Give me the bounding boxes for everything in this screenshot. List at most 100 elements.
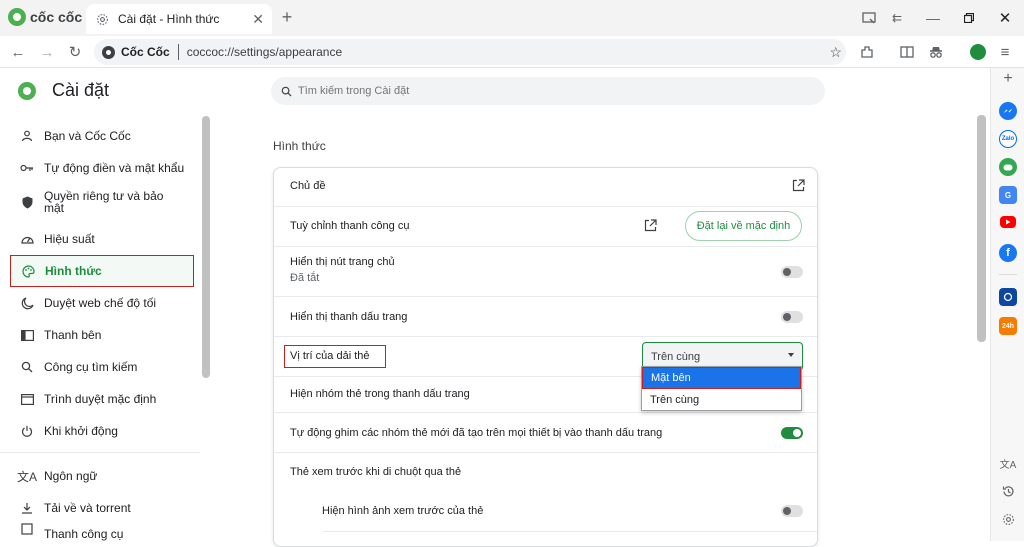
close-window-button[interactable]: ✕ xyxy=(996,9,1014,27)
sidebar-item-you-and-coccoc[interactable]: Bạn và Cốc Cốc xyxy=(10,121,194,151)
gear-icon[interactable] xyxy=(999,510,1017,528)
theme-row[interactable]: Chủ đề xyxy=(274,168,817,206)
sidebar-item-on-startup[interactable]: Khi khởi động xyxy=(10,416,194,446)
sidebar-item-label: Công cụ tìm kiếm xyxy=(44,360,138,374)
messenger-icon[interactable] xyxy=(999,102,1017,120)
search-input[interactable] xyxy=(298,85,798,97)
rightbar-divider xyxy=(999,274,1017,275)
option-label: Trên cùng xyxy=(650,393,700,406)
tab-groups-bookmarks-label: Hiện nhóm thẻ trong thanh dấu trang xyxy=(290,388,470,400)
sidebar-item-label: Trình duyệt mặc định xyxy=(44,392,157,406)
sidebar-item-label: Bạn và Cốc Cốc xyxy=(44,129,131,143)
extensions-icon[interactable] xyxy=(858,43,876,61)
profile-avatar[interactable] xyxy=(970,44,986,60)
new-tab-button[interactable]: + xyxy=(278,7,296,27)
close-tab-icon[interactable]: ✕ xyxy=(252,11,264,28)
sidebar-item-default-browser[interactable]: Trình duyệt mặc định xyxy=(10,384,194,414)
vietnamnet-icon[interactable] xyxy=(999,288,1017,306)
tab-search-icon[interactable]: ⇇ xyxy=(888,9,906,27)
star-icon[interactable]: ☆ xyxy=(829,44,842,61)
browser-logo[interactable]: cốc cốc xyxy=(8,8,82,26)
toolbar-icon xyxy=(10,523,44,535)
reset-button-label: Đặt lại về mặc định xyxy=(696,220,791,232)
tab-title: Cài đặt - Hình thức xyxy=(118,12,220,26)
home-button-label: Hiển thị nút trang chủ xyxy=(290,256,395,268)
hover-preview-label: Thẻ xem trước khi di chuột qua thẻ xyxy=(290,466,462,478)
screenshot-icon[interactable] xyxy=(860,9,878,27)
news-app-icon[interactable]: 24h xyxy=(999,317,1017,335)
open-external-icon[interactable] xyxy=(644,219,657,232)
sidebar-item-search-engine[interactable]: Công cụ tìm kiếm xyxy=(10,352,194,382)
key-icon xyxy=(10,163,44,173)
customize-toolbar-row[interactable]: Tuỳ chỉnh thanh công cụ Đặt lại về mặc đ… xyxy=(274,206,817,246)
game-icon[interactable] xyxy=(999,158,1017,176)
address-bar[interactable]: Cốc Cốc coccoc://settings/appearance ☆ xyxy=(94,39,846,65)
sidebar-icon xyxy=(10,329,44,341)
speedometer-icon xyxy=(10,234,44,245)
bookmarks-bar-row[interactable]: Hiển thị thanh dấu trang xyxy=(274,296,817,336)
facebook-icon[interactable]: f xyxy=(999,244,1017,262)
translate-app-icon[interactable]: G xyxy=(999,186,1017,204)
row-divider xyxy=(322,531,817,532)
dropdown-option-side[interactable]: Mặt bên xyxy=(642,367,801,389)
forward-button[interactable]: → xyxy=(38,43,56,61)
sidebar-item-label: Thanh bên xyxy=(44,328,102,342)
url-text[interactable]: coccoc://settings/appearance xyxy=(187,45,342,59)
sidebar-scrollbar[interactable] xyxy=(202,116,210,378)
incognito-icon[interactable] xyxy=(927,43,945,61)
main-scrollbar-thumb[interactable] xyxy=(977,115,986,342)
bookmarks-bar-toggle[interactable] xyxy=(781,311,803,323)
sidebar-divider xyxy=(0,452,200,453)
auto-pin-groups-row[interactable]: Tự động ghim các nhóm thẻ mới đã tạo trê… xyxy=(274,412,817,452)
back-button[interactable]: ← xyxy=(9,43,27,61)
customize-toolbar-label: Tuỳ chỉnh thanh công cụ xyxy=(290,220,410,232)
browser-sidebar: + Zalo G f 24h 文A xyxy=(990,68,1024,541)
sidebar-item-privacy[interactable]: Quyền riêng tư và bảo mật xyxy=(10,185,194,219)
hover-preview-image-toggle[interactable] xyxy=(781,505,803,517)
sidebar-item-sidebar[interactable]: Thanh bên xyxy=(10,320,194,350)
settings-sidebar: Cài đặt Bạn và Cốc Cốc Tự động điền và m… xyxy=(0,68,210,541)
dropdown-option-top[interactable]: Trên cùng xyxy=(642,389,801,410)
coccoc-logo-icon xyxy=(18,81,36,100)
reload-button[interactable]: ↻ xyxy=(66,43,84,61)
divider xyxy=(177,44,179,60)
sidebar-item-label: Hình thức xyxy=(45,264,102,278)
auto-pin-groups-toggle[interactable] xyxy=(781,427,803,439)
menu-icon[interactable]: ≡ xyxy=(996,43,1014,61)
tab-strip: cốc cốc Cài đặt - Hình thức ✕ + ⇇ — ✕ xyxy=(0,0,1024,36)
sidebar-item-appearance[interactable]: Hình thức xyxy=(10,255,194,287)
home-button-row[interactable]: Hiển thị nút trang chủ Đã tắt xyxy=(274,246,817,296)
translate-icon: 文A xyxy=(16,469,37,484)
sidebar-item-label: Tải về và torrent xyxy=(44,501,131,515)
reset-default-button[interactable]: Đặt lại về mặc định xyxy=(685,211,802,241)
sidebar-item-dark-mode[interactable]: Duyệt web chế độ tối xyxy=(10,288,194,318)
search-icon xyxy=(10,361,44,373)
sidebar-item-autofill[interactable]: Tự động điền và mật khẩu xyxy=(10,153,194,183)
section-title: Hình thức xyxy=(273,139,326,153)
auto-pin-groups-label: Tự động ghim các nhóm thẻ mới đã tạo trê… xyxy=(290,427,663,439)
palette-icon xyxy=(11,264,45,278)
restore-button[interactable] xyxy=(960,9,978,27)
hover-preview-row: Thẻ xem trước khi di chuột qua thẻ xyxy=(274,452,817,492)
search-box[interactable] xyxy=(271,77,825,105)
coccoc-site-icon xyxy=(102,45,115,59)
sidebar-item-downloads[interactable]: Tải về và torrent xyxy=(10,493,194,523)
hover-preview-image-row[interactable]: Hiện hình ảnh xem trước của thẻ xyxy=(274,492,817,532)
add-icon[interactable]: + xyxy=(999,70,1017,88)
history-icon[interactable] xyxy=(999,482,1017,500)
split-view-icon[interactable] xyxy=(898,43,916,61)
moon-icon xyxy=(10,296,44,310)
home-button-toggle[interactable] xyxy=(781,266,803,278)
sidebar-item-performance[interactable]: Hiệu suất xyxy=(10,224,194,254)
minimize-button[interactable]: — xyxy=(924,9,942,27)
sidebar-item-label: Tự động điền và mật khẩu xyxy=(44,161,185,175)
brand-name: cốc cốc xyxy=(30,9,83,25)
tab-settings[interactable]: Cài đặt - Hình thức ✕ xyxy=(86,4,272,34)
youtube-icon[interactable] xyxy=(1000,216,1016,228)
zalo-icon[interactable]: Zalo xyxy=(999,130,1017,148)
open-external-icon[interactable] xyxy=(792,179,805,192)
sidebar-item-languages[interactable]: 文A Ngôn ngữ xyxy=(10,461,194,491)
sidebar-item-toolbar[interactable]: Thanh công cụ xyxy=(10,523,194,541)
translate-icon[interactable]: 文A xyxy=(999,454,1017,472)
home-button-status: Đã tắt xyxy=(290,272,320,284)
